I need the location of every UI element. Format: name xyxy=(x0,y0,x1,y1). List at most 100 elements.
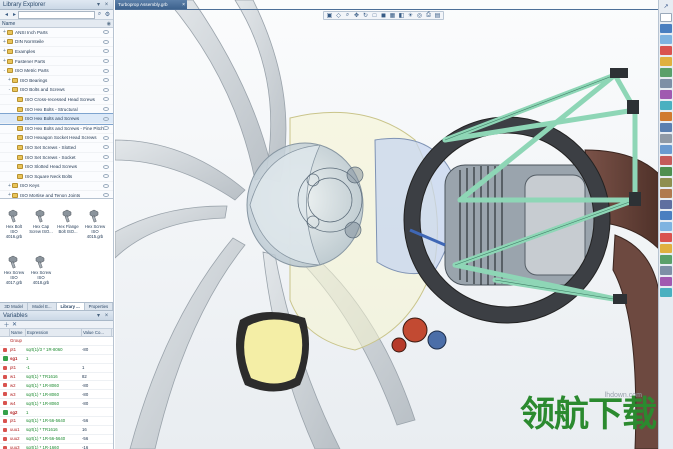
variable-row[interactable]: uuu1 sqrt(1) * TR1616 16 xyxy=(0,426,113,435)
close-icon[interactable]: × xyxy=(182,2,185,8)
part-tile[interactable]: Hex Screw ISO 4017.grb xyxy=(2,255,26,285)
fillet-icon[interactable] xyxy=(660,79,672,88)
tree-item[interactable]: ISO Set Screws - Socket xyxy=(0,153,113,163)
variable-row[interactable]: w3 sqrt(1) * 1R-8060 -80 xyxy=(0,390,113,400)
measure-icon[interactable] xyxy=(660,167,672,176)
rotate-icon[interactable]: ↻ xyxy=(361,12,370,19)
eye-icon[interactable] xyxy=(103,39,109,44)
variable-row[interactable]: sg1 1 xyxy=(0,355,113,364)
tree-item[interactable]: ISO Hex Bolts - Structural xyxy=(0,105,113,115)
camera-icon[interactable]: ◎ xyxy=(415,12,424,19)
pan-icon[interactable]: ✥ xyxy=(352,12,361,19)
part-tile[interactable]: Hex Cap Screw ISO... xyxy=(29,209,53,234)
sheetmetal-icon[interactable] xyxy=(660,222,672,231)
tree-item[interactable]: - ISO Metric Parts xyxy=(0,66,113,76)
extrude-icon[interactable] xyxy=(660,35,672,44)
tree-item[interactable]: ISO Cross-recessed Head Screws xyxy=(0,95,113,105)
close-icon[interactable]: × xyxy=(103,1,110,8)
box-icon[interactable]: □ xyxy=(370,12,379,19)
boolean-icon[interactable] xyxy=(660,156,672,165)
3d-viewport[interactable]: Turboprop Assembly.grb × ▣ ◇ ⌕ ✥ ↻ □ ◼ ▦ ◧ ☀ ◎ ⎙ ▤ l… xyxy=(115,0,658,449)
search-icon[interactable]: ⌕ xyxy=(96,11,103,18)
tree-item[interactable]: ISO Square Neck Bolts xyxy=(0,172,113,182)
pin-icon[interactable]: ▾ xyxy=(95,1,102,8)
part-tile[interactable]: Hex Screw ISO 4018.grb xyxy=(29,255,53,285)
shade-icon[interactable]: ◼ xyxy=(379,12,388,19)
eye-icon[interactable] xyxy=(103,135,109,140)
library-search-input[interactable] xyxy=(18,10,95,19)
shell-icon[interactable] xyxy=(660,101,672,110)
panel-tab[interactable]: Model E... xyxy=(28,303,57,310)
panel-tab[interactable]: Properties xyxy=(85,303,113,310)
mirror-icon[interactable] xyxy=(660,123,672,132)
part-tile[interactable]: Hex Flange Bolt ISO... xyxy=(56,209,80,234)
eye-icon[interactable] xyxy=(103,164,109,169)
print-icon[interactable]: ⎙ xyxy=(424,12,433,19)
arrow-icon[interactable]: ↗ xyxy=(660,2,672,11)
panel-tab[interactable]: 3D Model xyxy=(0,303,29,310)
add-variable-icon[interactable]: ＋ xyxy=(3,321,10,329)
eye-icon[interactable] xyxy=(103,78,109,83)
hole-icon[interactable] xyxy=(660,134,672,143)
select-icon[interactable]: ◇ xyxy=(334,12,343,19)
eye-icon[interactable] xyxy=(103,49,109,54)
sketch-icon[interactable] xyxy=(660,24,672,33)
tree-item[interactable]: + DIN Normteile xyxy=(0,38,113,48)
sheet-icon[interactable] xyxy=(660,13,672,22)
curve-icon[interactable] xyxy=(660,255,672,264)
wire-icon[interactable]: ▦ xyxy=(388,12,397,19)
sweep-icon[interactable] xyxy=(660,57,672,66)
tree-item[interactable]: ISO Hex Bolts and Screws xyxy=(0,113,113,125)
point-icon[interactable] xyxy=(660,266,672,275)
surface-icon[interactable] xyxy=(660,244,672,253)
tree-item[interactable]: + Fastener Parts xyxy=(0,57,113,67)
eye-icon[interactable] xyxy=(103,116,109,121)
eye-icon[interactable] xyxy=(103,126,109,131)
tree-item[interactable]: + ANSI Inch Parts xyxy=(0,28,113,38)
drawing-icon[interactable] xyxy=(660,200,672,209)
eye-icon[interactable] xyxy=(103,107,109,112)
forward-icon[interactable]: ▸ xyxy=(11,11,18,18)
view-cube-icon[interactable]: ▣ xyxy=(325,12,334,19)
eye-icon[interactable] xyxy=(103,183,109,188)
render-icon[interactable]: ▤ xyxy=(433,12,442,19)
variable-row[interactable]: pt1 sqrt(1)/3 * 1R-8060 -80 xyxy=(0,346,113,355)
plane-icon[interactable] xyxy=(660,277,672,286)
variable-row[interactable]: sg2 1 xyxy=(0,408,113,418)
eye-icon[interactable] xyxy=(103,59,109,64)
eye-icon[interactable] xyxy=(103,68,109,73)
settings-icon[interactable]: ⚙ xyxy=(104,11,111,18)
variable-row[interactable]: pt1 -1 1 xyxy=(0,364,113,373)
variable-row[interactable]: w2 sqrt(1) * 1R-8060 -80 xyxy=(0,381,113,391)
zoom-icon[interactable]: ⌕ xyxy=(343,12,352,19)
tree-item[interactable]: + ISO Bearings xyxy=(0,76,113,86)
eye-icon[interactable] xyxy=(103,193,109,198)
document-tab[interactable]: Turboprop Assembly.grb × xyxy=(115,0,187,9)
tree-item[interactable]: ISO Hexagon Socket Head Screws xyxy=(0,134,113,144)
revolve-icon[interactable] xyxy=(660,46,672,55)
section-icon[interactable] xyxy=(660,178,672,187)
pin-icon[interactable]: ▾ xyxy=(95,312,102,319)
tree-item[interactable]: - ISO Bolts and Screws xyxy=(0,86,113,96)
render-icon[interactable] xyxy=(660,189,672,198)
variable-row[interactable]: Group xyxy=(0,337,113,346)
eye-icon[interactable] xyxy=(103,174,109,179)
tree-item[interactable]: + ISO Keys xyxy=(0,182,113,192)
axis-icon[interactable] xyxy=(660,288,672,297)
eye-icon[interactable] xyxy=(103,97,109,102)
tree-item[interactable]: + ISO Mortise and Tenon Joints xyxy=(0,191,113,198)
panel-tab[interactable]: Library ... xyxy=(56,303,85,310)
eye-icon[interactable] xyxy=(103,30,109,35)
eye-icon[interactable] xyxy=(103,145,109,150)
variable-row[interactable]: uuu2 sqrt(1) * 1R-56-5640 -56 xyxy=(0,435,113,444)
tree-item[interactable]: + Examples xyxy=(0,47,113,57)
part-tile[interactable]: Hex Bolt ISO 4016.grb xyxy=(2,209,26,239)
variable-row[interactable]: w4 sqrt(1) * 1R-8060 -80 xyxy=(0,399,113,409)
loft-icon[interactable] xyxy=(660,68,672,77)
assembly-render[interactable] xyxy=(115,0,658,449)
tree-item[interactable]: ISO Set Screws - Slotted xyxy=(0,143,113,153)
variable-row[interactable]: pt1 sqrt(1) * 1R-56-5640 -56 xyxy=(0,417,113,426)
eye-icon[interactable] xyxy=(103,155,109,160)
section-icon[interactable]: ◧ xyxy=(397,12,406,19)
tree-item[interactable]: ISO Slotted Head Screws xyxy=(0,162,113,172)
